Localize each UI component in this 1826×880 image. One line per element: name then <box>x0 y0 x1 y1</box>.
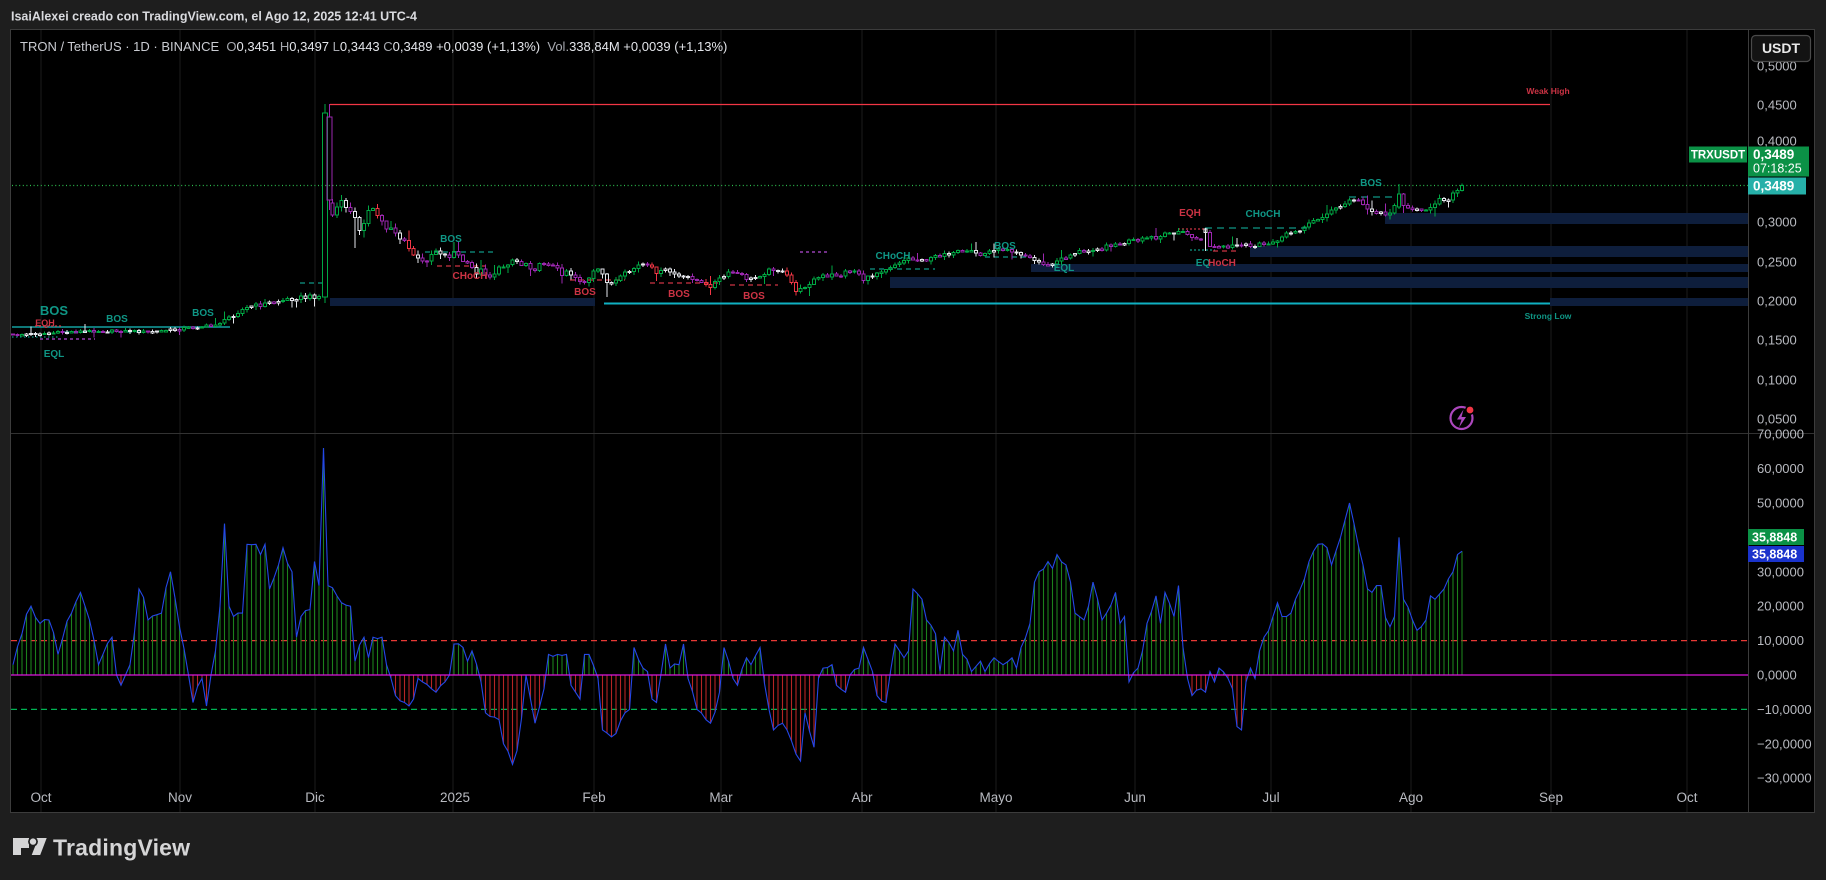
svg-text:Jul: Jul <box>1262 790 1279 805</box>
svg-text:BOS: BOS <box>743 291 765 302</box>
svg-text:60,0000: 60,0000 <box>1757 461 1804 476</box>
svg-text:EQH: EQH <box>1179 208 1201 219</box>
svg-text:Mar: Mar <box>709 790 733 805</box>
svg-text:BOS: BOS <box>1360 178 1382 189</box>
svg-text:Strong Low: Strong Low <box>1525 311 1572 321</box>
svg-text:Ago: Ago <box>1399 790 1423 805</box>
svg-text:BOS: BOS <box>574 287 596 298</box>
svg-text:EQH: EQH <box>35 318 55 328</box>
svg-text:Feb: Feb <box>582 790 605 805</box>
svg-text:TradingView: TradingView <box>53 835 190 861</box>
svg-text:0,2500: 0,2500 <box>1757 255 1797 270</box>
svg-text:HoCH: HoCH <box>1208 258 1236 269</box>
svg-text:0,1500: 0,1500 <box>1757 333 1797 348</box>
svg-text:IsaiAlexei creado con TradingV: IsaiAlexei creado con TradingView.com, e… <box>11 10 417 24</box>
svg-text:−20,0000: −20,0000 <box>1757 736 1812 751</box>
svg-text:0,3489: 0,3489 <box>1753 179 1794 194</box>
svg-text:BOS: BOS <box>440 234 462 245</box>
svg-text:CHoCH: CHoCH <box>876 251 911 262</box>
svg-text:CHoCH: CHoCH <box>453 271 488 282</box>
svg-text:Abr: Abr <box>851 790 873 805</box>
svg-text:50,0000: 50,0000 <box>1757 496 1804 511</box>
svg-text:Mayo: Mayo <box>979 790 1012 805</box>
svg-text:07:18:25: 07:18:25 <box>1753 162 1802 176</box>
svg-text:TRXUSDT: TRXUSDT <box>1691 150 1745 162</box>
svg-text:0,4500: 0,4500 <box>1757 98 1797 113</box>
svg-text:Oct: Oct <box>1676 790 1697 805</box>
svg-text:Jun: Jun <box>1124 790 1146 805</box>
svg-text:CHoCH: CHoCH <box>1246 209 1281 220</box>
svg-text:BOS: BOS <box>668 289 690 300</box>
svg-text:BOS: BOS <box>106 314 128 325</box>
svg-text:35,8848: 35,8848 <box>1752 531 1797 545</box>
svg-text:70,0000: 70,0000 <box>1757 427 1804 442</box>
svg-text:0,0500: 0,0500 <box>1757 412 1797 427</box>
svg-text:0,0000: 0,0000 <box>1757 668 1797 683</box>
svg-text:−30,0000: −30,0000 <box>1757 771 1812 786</box>
svg-text:10,0000: 10,0000 <box>1757 633 1804 648</box>
svg-text:Weak High: Weak High <box>1526 86 1569 96</box>
svg-text:0,1000: 0,1000 <box>1757 373 1797 388</box>
svg-text:BOS: BOS <box>40 303 69 318</box>
svg-text:0,3489: 0,3489 <box>1753 147 1794 162</box>
svg-text:EQL: EQL <box>44 349 65 360</box>
svg-text:30,0000: 30,0000 <box>1757 564 1804 579</box>
svg-text:Oct: Oct <box>30 790 51 805</box>
svg-text:20,0000: 20,0000 <box>1757 599 1804 614</box>
svg-text:0,2000: 0,2000 <box>1757 294 1797 309</box>
svg-text:Sep: Sep <box>1539 790 1563 805</box>
svg-text:USDT: USDT <box>1762 40 1801 56</box>
svg-text:−10,0000: −10,0000 <box>1757 702 1812 717</box>
svg-text:Nov: Nov <box>168 790 192 805</box>
svg-text:BOS: BOS <box>192 308 214 319</box>
svg-text:BOS: BOS <box>994 241 1016 252</box>
svg-text:2025: 2025 <box>440 790 470 805</box>
svg-text:35,8848: 35,8848 <box>1752 548 1797 562</box>
svg-text:0,3000: 0,3000 <box>1757 215 1797 230</box>
svg-text:TRON / TetherUS · 1D · BINANCE: TRON / TetherUS · 1D · BINANCE O0,3451 H… <box>20 39 727 54</box>
svg-text:EQL: EQL <box>1054 263 1075 274</box>
svg-text:Dic: Dic <box>305 790 325 805</box>
